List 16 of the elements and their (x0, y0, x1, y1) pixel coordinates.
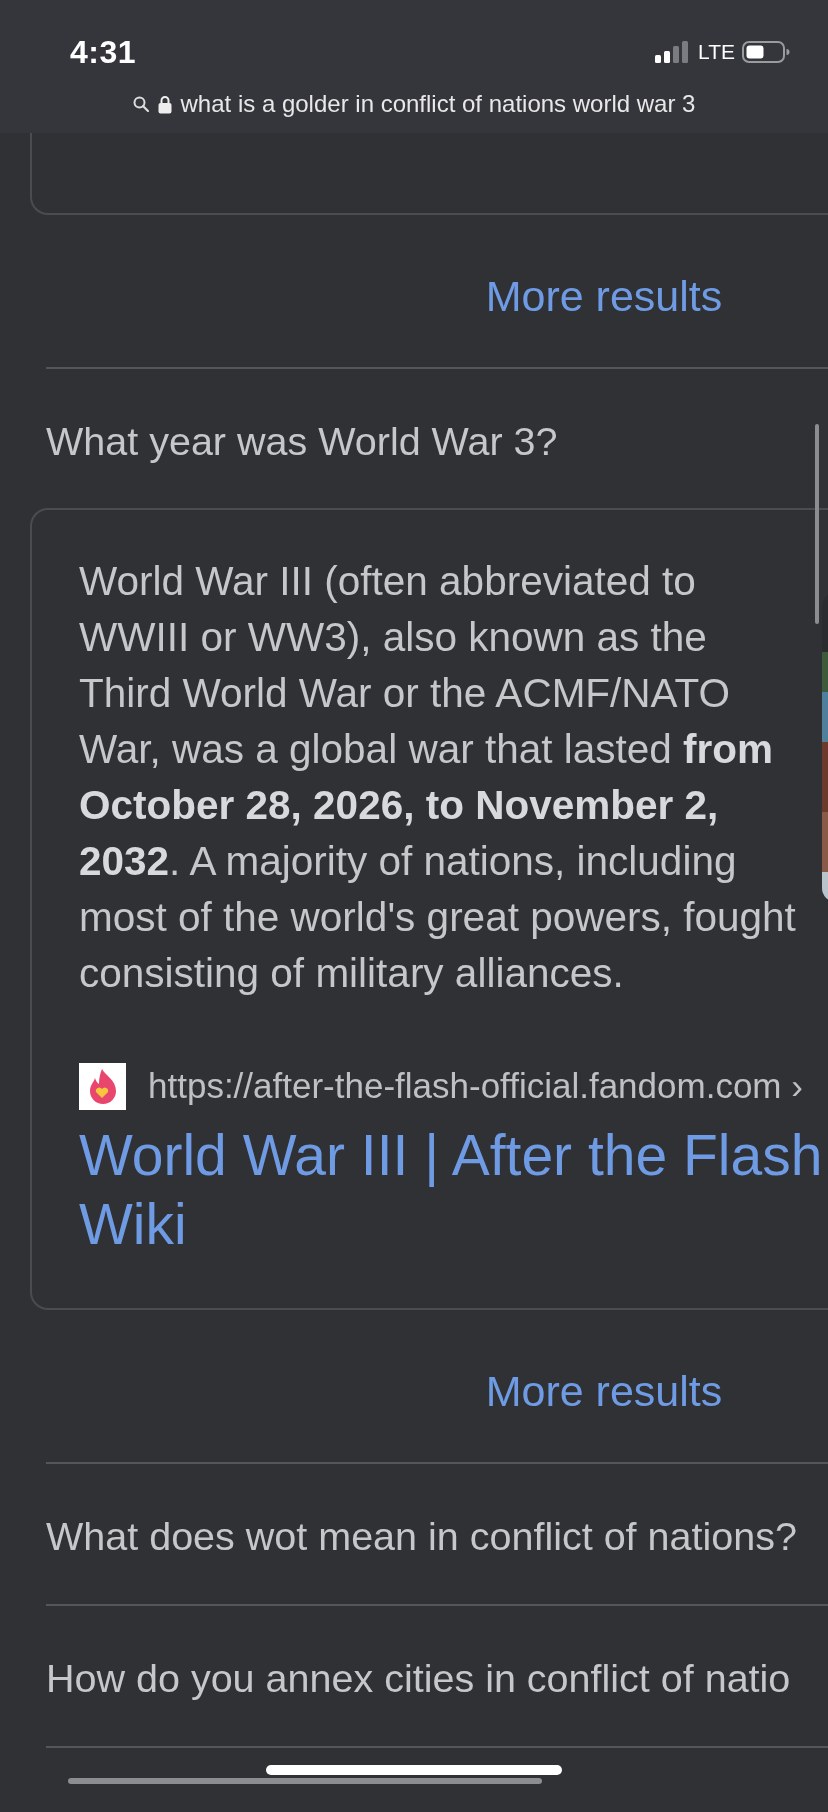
flame-icon (79, 1062, 126, 1110)
question-text[interactable]: What year was World War 3? (46, 369, 828, 467)
more-results-link[interactable]: More results (485, 1365, 723, 1417)
question-text[interactable]: How do you annex cities in conflict of natio (46, 1606, 828, 1704)
battery-icon (742, 40, 790, 64)
clock-time: 4:31 (70, 33, 137, 71)
network-type: LTE (698, 40, 735, 64)
more-results-link[interactable]: More results (485, 270, 723, 322)
result-title-link[interactable]: World War III | After the Flash Wiki (79, 1121, 823, 1259)
home-indicator[interactable] (266, 1765, 562, 1775)
address-bar-query[interactable]: what is a golder in conflict of nations world war 3 (180, 90, 696, 118)
question-text[interactable]: What does wot mean in conflict of nations? (46, 1464, 828, 1562)
search-icon (132, 96, 149, 112)
lock-icon (157, 94, 172, 114)
source-url[interactable]: https://after-the-flash-official.fandom.com › (148, 1066, 803, 1106)
answer-paragraph: World War III (often abbreviated to WWIII or WW3), also known as the Third World War or the ACMF/NATO War, was a global war that lasted from October 28, 2026, to November 2, 2032. A majority of nations, including most of the world's great powers, fought consisting of military alliances. (79, 557, 796, 998)
